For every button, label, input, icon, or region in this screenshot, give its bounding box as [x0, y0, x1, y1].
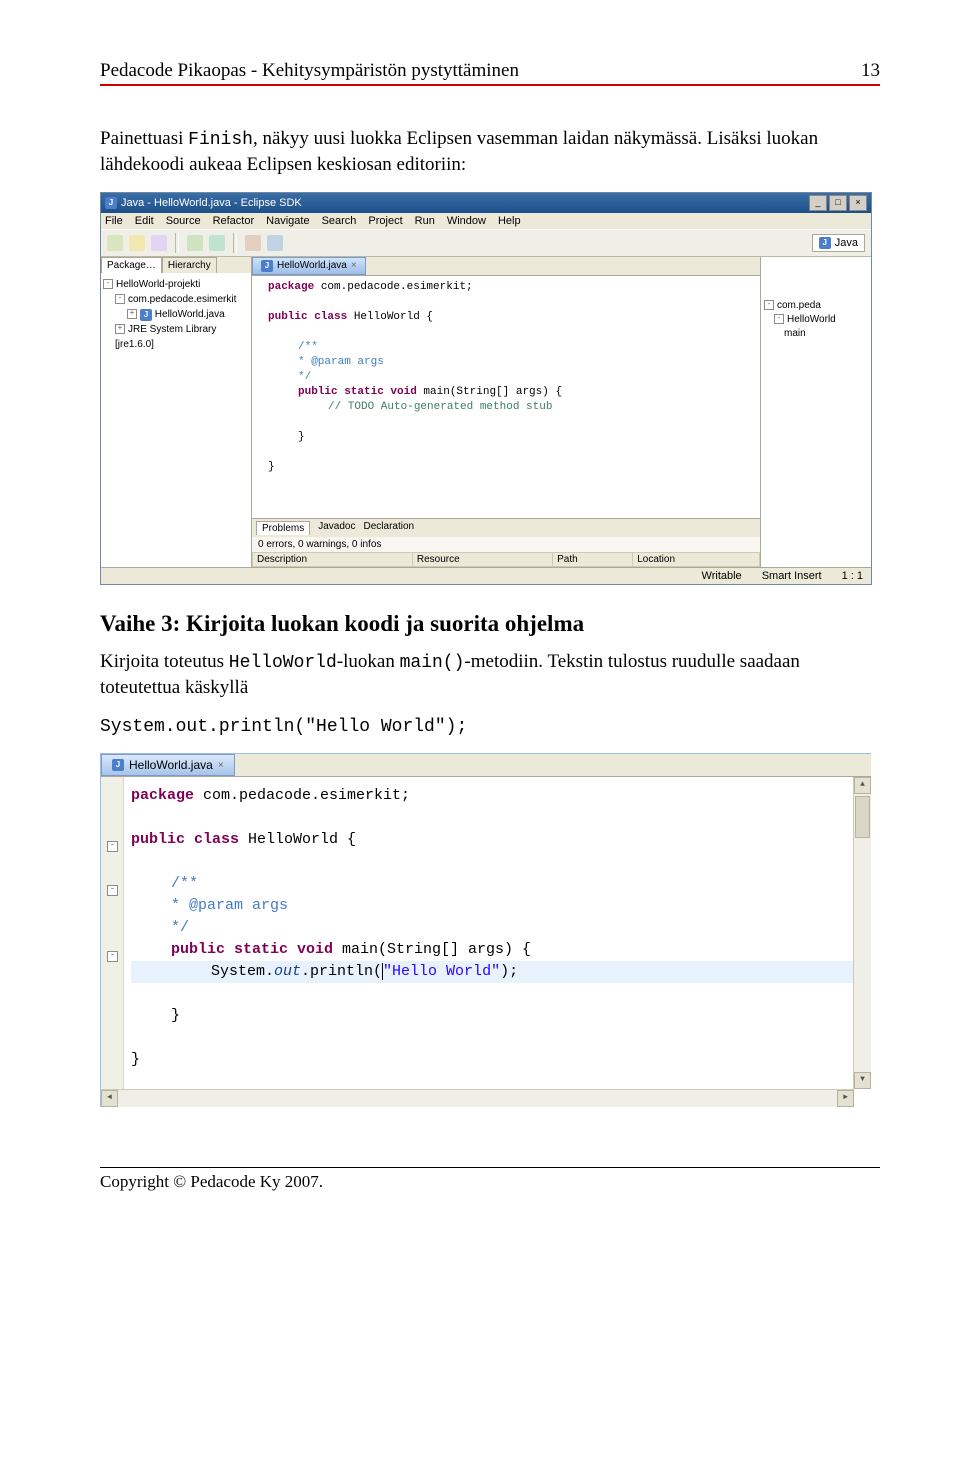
scroll-left-icon[interactable]: ◄ [101, 1090, 118, 1107]
perspective-switcher[interactable]: J Java [812, 234, 865, 252]
eclipse-ide-screenshot: J Java - HelloWorld.java - Eclipse SDK _… [100, 192, 872, 585]
code-editor-2[interactable]: - - - package com.pedacode.esimerkit; pu… [101, 776, 871, 1107]
java-file-icon: J [112, 759, 124, 771]
step-paragraph: Kirjoita toteutus HelloWorld-luokan main… [100, 649, 880, 701]
scroll-right-icon[interactable]: ► [837, 1090, 854, 1107]
toolbar: J Java [101, 229, 871, 257]
menu-help[interactable]: Help [498, 215, 521, 227]
fold-icon[interactable]: - [107, 841, 118, 852]
close-icon[interactable]: × [218, 760, 224, 771]
menu-source[interactable]: Source [166, 215, 201, 227]
save-icon[interactable] [129, 235, 145, 251]
eclipse-icon: J [105, 197, 117, 209]
scroll-down-icon[interactable]: ▼ [854, 1072, 871, 1089]
outline-view: -com.peda -HelloWorld main [760, 257, 871, 567]
status-insert: Smart Insert [762, 570, 822, 582]
tab-problems[interactable]: Problems [256, 521, 310, 535]
new-class-icon[interactable] [267, 235, 283, 251]
new-package-icon[interactable] [245, 235, 261, 251]
problems-view: Problems Javadoc Declaration 0 errors, 0… [252, 518, 760, 567]
step-heading: Vaihe 3: Kirjoita luokan koodi ja suorit… [100, 611, 880, 637]
status-cursor: 1 : 1 [842, 570, 863, 582]
maximize-button[interactable]: □ [829, 195, 847, 211]
close-button[interactable]: × [849, 195, 867, 211]
status-writable: Writable [702, 570, 742, 582]
menu-refactor[interactable]: Refactor [213, 215, 255, 227]
java-perspective-icon: J [819, 237, 831, 249]
editor-screenshot: J HelloWorld.java × - - - package com.pe… [100, 753, 871, 1107]
editor-tab-helloworld[interactable]: J HelloWorld.java × [252, 257, 366, 275]
new-icon[interactable] [107, 235, 123, 251]
menu-project[interactable]: Project [368, 215, 402, 227]
vertical-scrollbar[interactable]: ▲ ▼ [853, 777, 871, 1089]
page-footer: Copyright © Pedacode Ky 2007. [100, 1167, 880, 1192]
menu-run[interactable]: Run [415, 215, 435, 227]
minimize-button[interactable]: _ [809, 195, 827, 211]
status-bar: Writable Smart Insert 1 : 1 [101, 567, 871, 584]
menu-edit[interactable]: Edit [135, 215, 154, 227]
problems-table: Description Resource Path Location [252, 552, 760, 567]
menu-window[interactable]: Window [447, 215, 486, 227]
print-icon[interactable] [151, 235, 167, 251]
fold-icon[interactable]: - [107, 951, 118, 962]
close-icon[interactable]: × [351, 260, 357, 271]
window-title: Java - HelloWorld.java - Eclipse SDK [121, 197, 302, 209]
window-titlebar: J Java - HelloWorld.java - Eclipse SDK _… [101, 193, 871, 213]
menu-search[interactable]: Search [322, 215, 357, 227]
scroll-up-icon[interactable]: ▲ [854, 777, 871, 794]
project-tree[interactable]: -HelloWorld-projekti -com.pedacode.esime… [101, 273, 251, 567]
run-icon[interactable] [209, 235, 225, 251]
problems-status: 0 errors, 0 warnings, 0 infos [252, 537, 760, 552]
tab-declaration[interactable]: Declaration [364, 521, 415, 535]
editor-tab-helloworld-2[interactable]: J HelloWorld.java × [101, 754, 235, 776]
page-header: Pedacode Pikaopas - Kehitysympäristön py… [100, 60, 880, 86]
scroll-thumb[interactable] [855, 796, 870, 838]
tab-package-explorer[interactable]: Package… [101, 257, 162, 273]
package-explorer: Package… Hierarchy -HelloWorld-projekti … [101, 257, 252, 567]
gutter [101, 777, 124, 1107]
fold-icon[interactable]: - [107, 885, 118, 896]
header-title: Pedacode Pikaopas - Kehitysympäristön py… [100, 60, 519, 82]
java-file-icon: J [140, 309, 152, 321]
tab-hierarchy[interactable]: Hierarchy [162, 257, 217, 273]
intro-paragraph: Painettuasi Finish, näkyy uusi luokka Ec… [100, 126, 880, 178]
tab-javadoc[interactable]: Javadoc [318, 521, 355, 535]
code-snippet: System.out.println("Hello World"); [100, 715, 880, 739]
java-file-icon: J [261, 260, 273, 272]
menubar: File Edit Source Refactor Navigate Searc… [101, 213, 871, 229]
horizontal-scrollbar[interactable]: ◄ ► [101, 1089, 854, 1107]
header-page-number: 13 [861, 60, 880, 82]
menu-navigate[interactable]: Navigate [266, 215, 309, 227]
menu-file[interactable]: File [105, 215, 123, 227]
debug-icon[interactable] [187, 235, 203, 251]
code-editor[interactable]: package com.pedacode.esimerkit; public c… [252, 275, 760, 518]
